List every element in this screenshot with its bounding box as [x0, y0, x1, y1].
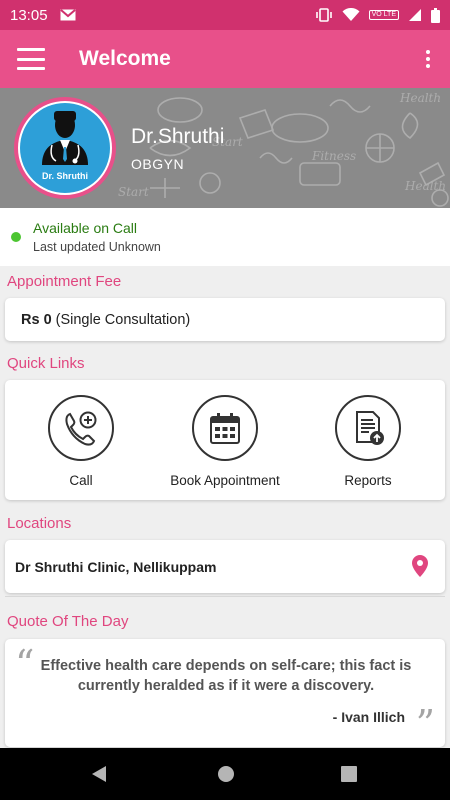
- page-title: Welcome: [79, 47, 171, 70]
- avatar: Dr. Shruthi: [20, 103, 110, 193]
- calendar-icon: [210, 413, 240, 444]
- fee-note: (Single Consultation): [55, 311, 191, 328]
- back-icon[interactable]: [91, 765, 107, 783]
- open-quote-icon: “: [15, 642, 35, 686]
- divider: [5, 596, 445, 597]
- section-title-locations: Locations: [7, 515, 72, 532]
- location-card[interactable]: Dr Shruthi Clinic, Nellikuppam: [5, 540, 445, 597]
- more-options-button[interactable]: [424, 50, 432, 68]
- doctor-specialty: OBGYN: [131, 156, 185, 172]
- more-dots-icon: [426, 50, 430, 54]
- availability-last-updated: Last updated Unknown: [33, 240, 161, 254]
- quick-link-call[interactable]: Call: [6, 380, 156, 500]
- app-bar: Welcome: [0, 30, 450, 88]
- profile-header: Health Fitness Start Start Health Dr. Sh…: [0, 88, 450, 208]
- availability-dot: [11, 232, 21, 242]
- section-title-quote: Quote Of The Day: [7, 613, 129, 630]
- system-navigation-bar: [0, 748, 450, 800]
- status-bar: 13:05 VO LTE: [0, 0, 450, 30]
- location-name: Dr Shruthi Clinic, Nellikuppam: [15, 558, 217, 575]
- quote-text: Effective health care depends on self-ca…: [40, 658, 412, 694]
- svg-text:Health: Health: [404, 179, 446, 193]
- home-icon[interactable]: [216, 764, 236, 784]
- quick-link-book-appointment[interactable]: Book Appointment: [150, 380, 300, 500]
- doctor-avatar: Dr. Shruthi: [14, 97, 116, 199]
- battery-icon: [431, 7, 440, 23]
- report-upload-icon: [356, 411, 384, 445]
- quick-link-label: Call: [69, 473, 93, 488]
- recents-icon[interactable]: [341, 766, 357, 782]
- phone-plus-icon: [65, 411, 97, 446]
- avatar-label: Dr. Shruthi: [41, 171, 88, 181]
- section-title-appointment-fee: Appointment Fee: [7, 273, 122, 290]
- doctor-name: Dr.Shruthi: [131, 125, 225, 148]
- quick-link-reports[interactable]: Reports: [293, 380, 443, 500]
- section-title-quick-links: Quick Links: [7, 355, 85, 372]
- svg-text:Start: Start: [118, 185, 149, 199]
- svg-text:Health: Health: [399, 91, 441, 105]
- reports-button[interactable]: [335, 395, 401, 461]
- location-pin-icon[interactable]: [412, 555, 428, 577]
- quick-link-label: Reports: [344, 473, 392, 488]
- availability-panel: [0, 208, 450, 266]
- menu-button[interactable]: [17, 48, 45, 70]
- status-time: 13:05: [10, 6, 48, 24]
- hamburger-icon-bar: [17, 67, 45, 70]
- hamburger-icon-bar: [17, 48, 45, 51]
- hamburger-icon-bar: [17, 57, 45, 61]
- quote-card: “ Effective health care depends on self-…: [5, 639, 445, 747]
- quick-link-label: Book Appointment: [170, 473, 280, 488]
- volte-badge: VO LTE: [368, 10, 399, 20]
- close-quote-icon: ”: [415, 702, 435, 746]
- book-appointment-button[interactable]: [192, 395, 258, 461]
- gmail-notification-icon: [59, 9, 76, 21]
- more-dots-icon: [426, 57, 430, 61]
- quote-author: - Ivan Illich: [332, 709, 405, 725]
- call-button[interactable]: [48, 395, 114, 461]
- signal-icon: [409, 9, 421, 21]
- svg-text:Fitness: Fitness: [311, 149, 356, 163]
- vibrate-icon: [315, 8, 332, 22]
- fee-amount: Rs 0: [21, 311, 52, 328]
- quick-links-card: Call Book Appointment Reports: [5, 380, 445, 500]
- availability-status: Available on Call: [33, 220, 138, 236]
- more-dots-icon: [426, 64, 430, 68]
- wifi-icon: [342, 8, 360, 21]
- appointment-fee-card: Rs 0 (Single Consultation): [5, 298, 445, 341]
